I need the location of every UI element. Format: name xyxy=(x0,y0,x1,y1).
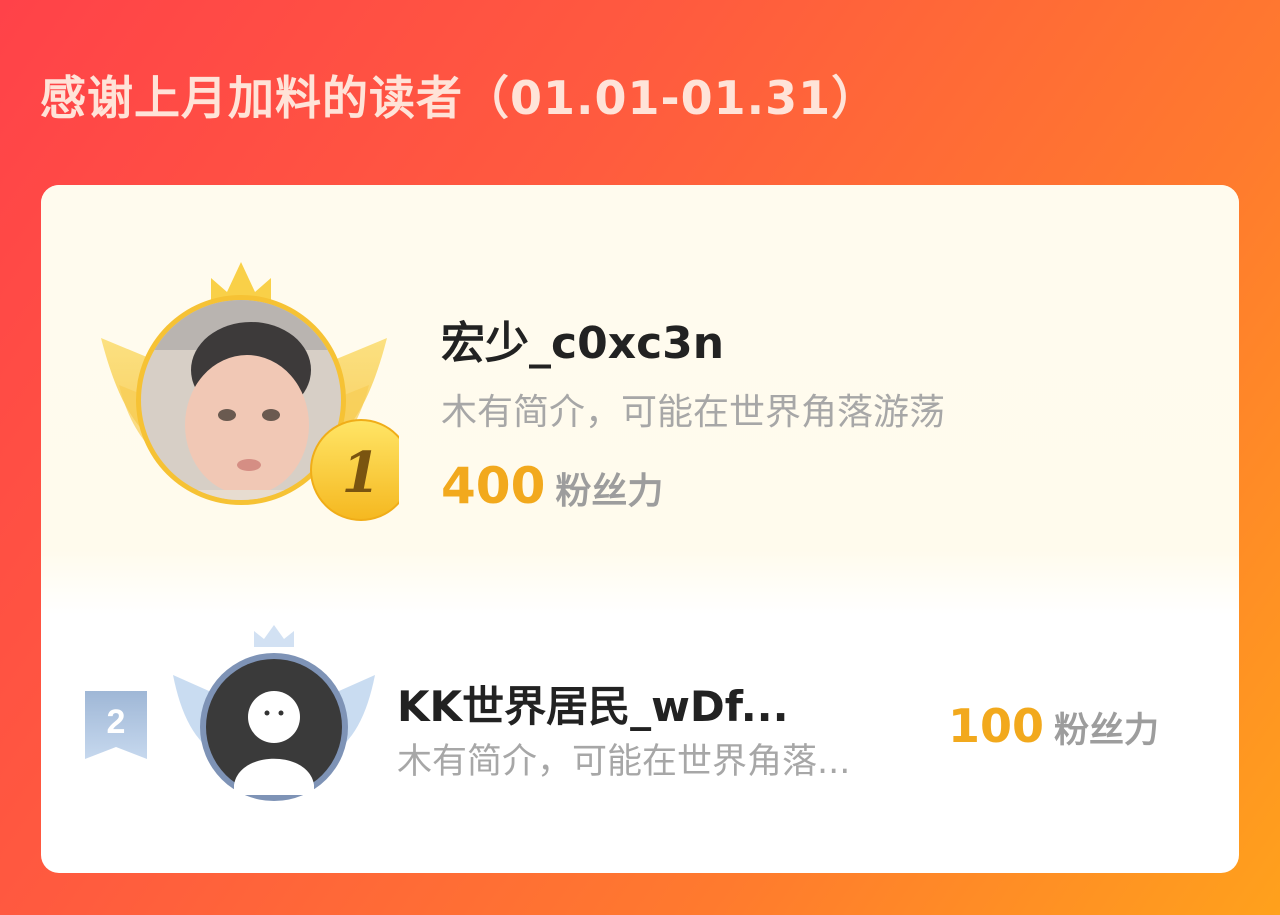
fans-power-label: 粉丝力 xyxy=(555,471,664,512)
rank-number: 1 xyxy=(342,440,381,506)
fans-power: 100 粉丝力 xyxy=(948,699,1159,753)
reader-bio: 木有简介，可能在世界角落... xyxy=(397,742,851,782)
page-title: 感谢上月加料的读者（01.01-01.31） xyxy=(40,71,879,125)
fans-power-label: 粉丝力 xyxy=(1054,711,1160,751)
first-place-section: 1 宏少_c0xc3n 木有简介，可能在世界角落游荡 400 粉丝力 xyxy=(41,185,1239,615)
ribbon-bookmark-icon: 2 xyxy=(85,691,147,759)
first-place-avatar-badge[interactable]: 1 xyxy=(99,260,412,530)
fans-power-value: 400 xyxy=(441,457,546,515)
rank-number: 2 xyxy=(107,703,126,741)
crown-icon xyxy=(254,625,294,647)
fans-power: 400 粉丝力 xyxy=(441,457,663,515)
second-place-avatar-badge[interactable] xyxy=(169,625,379,810)
page: 感谢上月加料的读者（01.01-01.31） 1 宏少_c0xc3n 木有简介，… xyxy=(0,0,1280,915)
reader-ranking-card: 1 宏少_c0xc3n 木有简介，可能在世界角落游荡 400 粉丝力 2 KK世… xyxy=(41,185,1239,873)
reader-name[interactable]: 宏少_c0xc3n xyxy=(441,307,724,371)
gold-medal-icon: 1 xyxy=(310,419,412,521)
fans-power-value: 100 xyxy=(948,699,1045,753)
reader-name[interactable]: KK世界居民_wDf... xyxy=(397,673,789,734)
reader-bio: 木有简介，可能在世界角落游荡 xyxy=(441,392,946,433)
